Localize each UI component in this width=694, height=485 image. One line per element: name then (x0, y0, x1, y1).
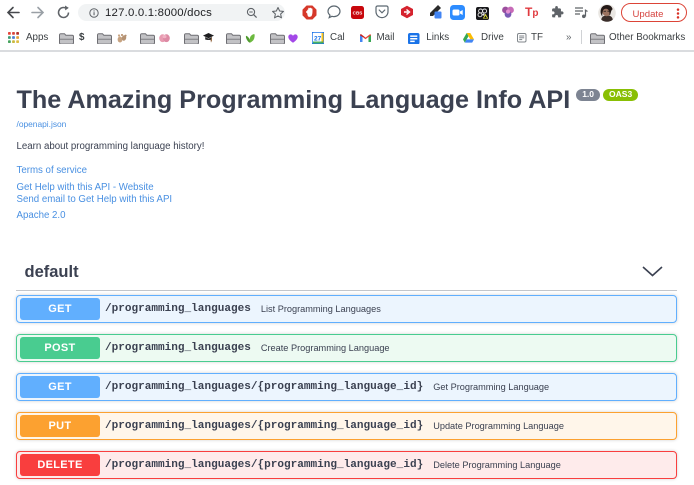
svg-text:27: 27 (314, 36, 322, 43)
svg-text:CBS: CBS (353, 10, 363, 15)
